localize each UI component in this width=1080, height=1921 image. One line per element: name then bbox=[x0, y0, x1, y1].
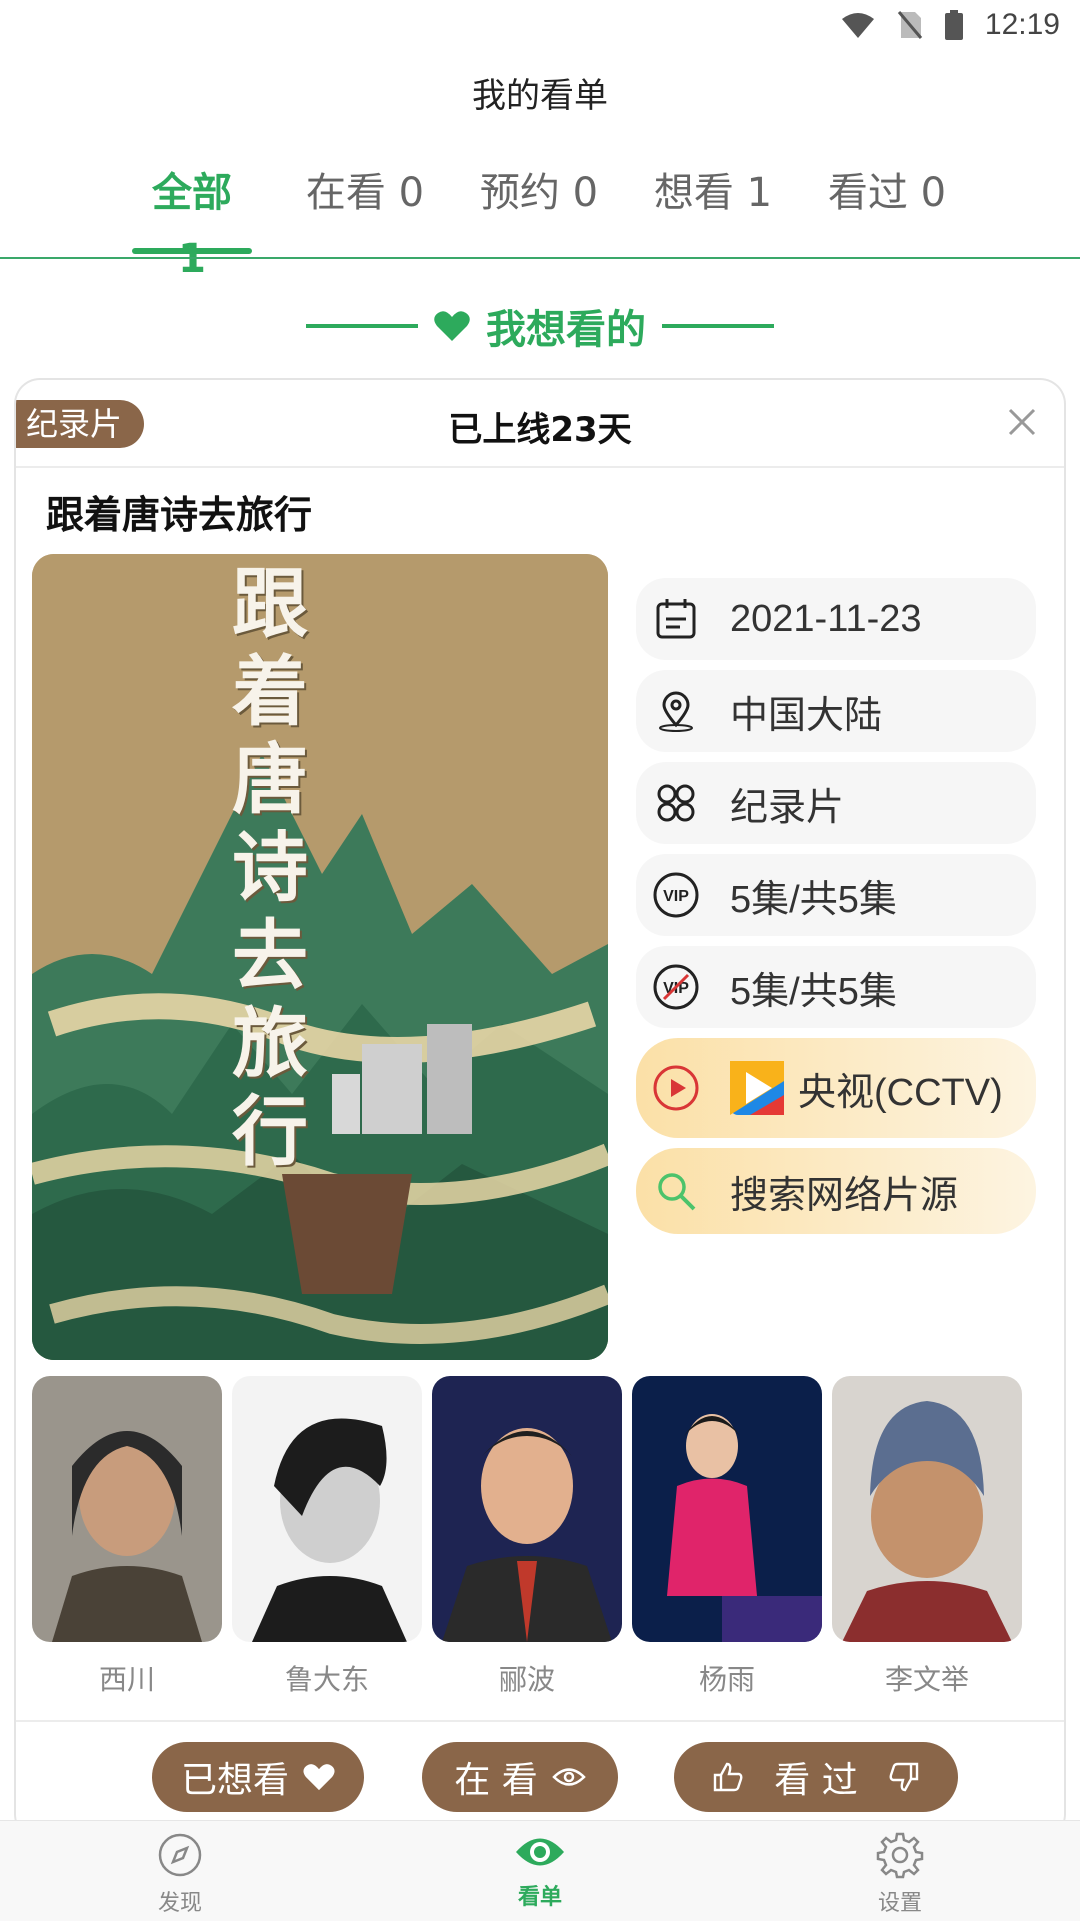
release-date: 2021-11-23 bbox=[730, 597, 922, 640]
tab-all[interactable]: 全部 1 bbox=[132, 160, 252, 282]
bottom-nav: 发现 看单 设置 bbox=[0, 1820, 1080, 1921]
genre: 纪录片 bbox=[730, 786, 845, 829]
status-time: 12:19 bbox=[984, 8, 1060, 41]
play-platform-button[interactable]: 央视(CCTV) bbox=[636, 1038, 1036, 1138]
section-heading: 我想看的 bbox=[0, 296, 1080, 356]
online-status: 已上线23天 bbox=[448, 410, 632, 450]
info-list: 2021-11-23 中国大陆 纪录片 VIP 5集/共5集 VIP 5集/共5… bbox=[636, 578, 1036, 1244]
eye-icon bbox=[516, 1838, 564, 1866]
free-episodes-row: VIP 5集/共5集 bbox=[636, 946, 1036, 1028]
tab-bar: 全部 1 在看 0 预约 0 想看 1 看过 0 bbox=[0, 160, 1080, 282]
heart-icon bbox=[303, 1764, 335, 1791]
cast-name: 杨雨 bbox=[698, 1663, 755, 1696]
compass-icon bbox=[158, 1833, 202, 1877]
region: 中国大陆 bbox=[730, 694, 883, 737]
cast-member[interactable]: 西川 bbox=[32, 1376, 222, 1698]
status-bar: 12:19 bbox=[0, 0, 1080, 50]
cast-list: 西川 鲁大东 郦波 杨雨 李文举 bbox=[32, 1376, 1062, 1696]
cast-member[interactable]: 郦波 bbox=[432, 1376, 622, 1698]
vip-icon: VIP bbox=[653, 872, 699, 918]
free-episodes: 5集/共5集 bbox=[730, 970, 897, 1013]
cctv-logo-icon bbox=[730, 1061, 784, 1115]
thumbs-down-icon bbox=[889, 1762, 918, 1792]
want-label: 已想看 bbox=[180, 1760, 289, 1801]
no-sim-icon bbox=[897, 11, 923, 39]
location-pin-icon bbox=[659, 691, 693, 732]
thumbs-up-icon bbox=[714, 1762, 743, 1792]
search-icon bbox=[658, 1173, 696, 1211]
cast-photo bbox=[632, 1376, 822, 1642]
cast-photo bbox=[432, 1376, 622, 1642]
nav-discover[interactable]: 发现 bbox=[120, 1831, 240, 1917]
movie-title[interactable]: 跟着唐诗去旅行 bbox=[46, 484, 312, 539]
svg-text:VIP: VIP bbox=[663, 888, 689, 905]
eye-icon bbox=[551, 1768, 586, 1786]
heading-line-right bbox=[662, 324, 774, 328]
divider bbox=[16, 466, 1064, 468]
category-icon bbox=[657, 784, 695, 822]
platform-name: 央视(CCTV) bbox=[798, 1071, 1003, 1114]
cast-member[interactable]: 李文举 bbox=[832, 1376, 1022, 1698]
wifi-icon bbox=[841, 13, 874, 38]
tabs-divider bbox=[0, 257, 1080, 259]
release-date-row: 2021-11-23 bbox=[636, 578, 1036, 660]
tab-watching[interactable]: 在看 0 bbox=[300, 160, 430, 254]
nav-settings-label: 设置 bbox=[877, 1891, 922, 1916]
cast-name: 李文举 bbox=[884, 1663, 969, 1696]
watched-button[interactable]: 看 过 bbox=[674, 1742, 958, 1812]
nav-settings[interactable]: 设置 bbox=[840, 1831, 960, 1917]
tab-watched[interactable]: 看过 0 bbox=[822, 160, 952, 254]
genre-row: 纪录片 bbox=[636, 762, 1036, 844]
search-sources-label: 搜索网络片源 bbox=[730, 1174, 959, 1217]
cast-member[interactable]: 杨雨 bbox=[632, 1376, 822, 1698]
tab-reserved[interactable]: 预约 0 bbox=[474, 160, 604, 254]
nav-watchlist-label: 看单 bbox=[517, 1885, 562, 1910]
calendar-icon bbox=[656, 599, 696, 639]
want-button[interactable]: 已想看 bbox=[152, 1742, 364, 1812]
tab-want[interactable]: 想看 1 bbox=[648, 160, 778, 254]
nav-discover-label: 发现 bbox=[157, 1891, 202, 1916]
battery-icon bbox=[944, 10, 963, 40]
cast-photo bbox=[32, 1376, 222, 1642]
no-vip-icon: VIP bbox=[653, 964, 699, 1010]
vip-episodes-row: VIP 5集/共5集 bbox=[636, 854, 1036, 936]
gear-icon bbox=[876, 1832, 924, 1879]
watched-label: 看 过 bbox=[774, 1760, 858, 1801]
watching-button[interactable]: 在 看 bbox=[422, 1742, 618, 1812]
section-title: 我想看的 bbox=[486, 307, 646, 353]
cast-member[interactable]: 鲁大东 bbox=[232, 1376, 422, 1698]
heart-icon bbox=[434, 311, 470, 341]
cast-photo bbox=[832, 1376, 1022, 1642]
poster-image[interactable]: 跟着唐诗去旅行 bbox=[32, 554, 608, 1360]
vip-episodes: 5集/共5集 bbox=[730, 878, 897, 921]
divider bbox=[16, 1720, 1064, 1722]
watching-label: 在 看 bbox=[454, 1760, 538, 1801]
cast-name: 郦波 bbox=[498, 1663, 555, 1696]
close-icon[interactable] bbox=[1002, 402, 1042, 442]
cast-name: 鲁大东 bbox=[284, 1663, 369, 1696]
nav-watchlist[interactable]: 看单 bbox=[480, 1831, 600, 1911]
play-circle-icon bbox=[653, 1065, 699, 1111]
search-sources-button[interactable]: 搜索网络片源 bbox=[636, 1148, 1036, 1234]
heading-line-left bbox=[306, 324, 418, 328]
cast-name: 西川 bbox=[98, 1663, 155, 1696]
region-row: 中国大陆 bbox=[636, 670, 1036, 752]
tab-underline bbox=[132, 248, 252, 254]
cast-photo bbox=[232, 1376, 422, 1642]
poster-title-text: 跟着唐诗去旅行 bbox=[232, 559, 308, 1176]
page-title: 我的看单 bbox=[472, 76, 608, 116]
watchlist-card[interactable]: 纪录片 已上线23天 跟着唐诗去旅行 跟着唐诗去旅行 2021-11-23 中国 bbox=[14, 378, 1066, 1840]
